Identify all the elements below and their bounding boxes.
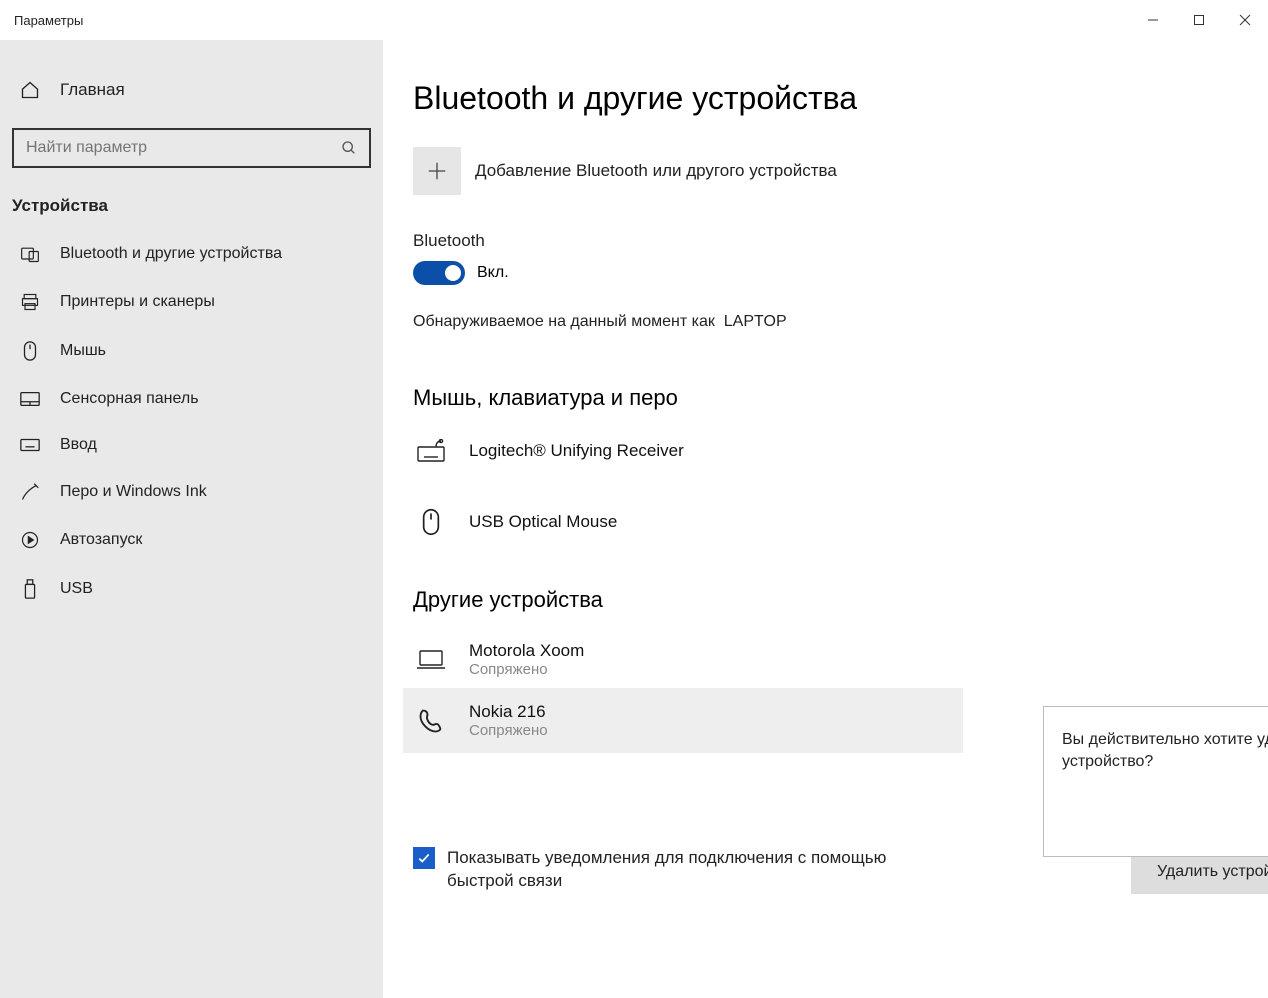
page-title: Bluetooth и другие устройства [413, 80, 1268, 117]
bluetooth-label: Bluetooth [413, 231, 1268, 251]
home-icon [18, 80, 42, 100]
keyboard-device-icon [413, 439, 449, 463]
main-content: Bluetooth и другие устройства Добавление… [383, 40, 1268, 998]
dialog-text: Вы действительно хотите удалить это устр… [1062, 729, 1268, 772]
mouse-device-icon [413, 507, 449, 537]
search-wrap [12, 128, 371, 168]
device-row[interactable]: Logitech® Unifying Receiver [413, 429, 1268, 473]
search-icon [341, 140, 357, 156]
bluetooth-toggle-state: Вкл. [477, 264, 509, 282]
nav-item-autoplay[interactable]: Автозапуск [0, 516, 383, 564]
nav-item-label: Принтеры и сканеры [60, 293, 215, 311]
device-row[interactable]: Motorola Xoom Сопряжено [413, 631, 1268, 688]
titlebar: Параметры [0, 0, 1268, 40]
mouse-icon [18, 340, 42, 362]
device-status: Сопряжено [469, 661, 584, 678]
usb-icon [18, 578, 42, 600]
keyboard-icon [18, 437, 42, 453]
sidebar: Главная Устройства Bluetooth и другие ус… [0, 40, 383, 998]
device-status: Сопряжено [469, 722, 548, 739]
checkbox-checked-icon[interactable] [413, 847, 435, 869]
minimize-button[interactable] [1130, 4, 1176, 36]
pen-icon [18, 482, 42, 502]
autoplay-icon [18, 530, 42, 550]
confirm-dialog: Вы действительно хотите удалить это устр… [1043, 706, 1268, 857]
toggle-knob [445, 265, 461, 281]
sidebar-category: Устройства [0, 186, 383, 230]
device-name: USB Optical Mouse [469, 512, 617, 532]
close-button[interactable] [1222, 4, 1268, 36]
nav-item-touchpad[interactable]: Сенсорная панель [0, 376, 383, 422]
section-input-header: Мышь, клавиатура и перо [413, 385, 1268, 411]
search-input[interactable] [12, 128, 371, 168]
nav-home-label: Главная [60, 80, 125, 100]
nav-item-usb[interactable]: USB [0, 564, 383, 614]
nav-item-label: Bluetooth и другие устройства [60, 245, 282, 263]
nav-item-printers[interactable]: Принтеры и сканеры [0, 278, 383, 326]
add-device-button[interactable] [413, 147, 461, 195]
nav-item-mouse[interactable]: Мышь [0, 326, 383, 376]
laptop-icon [413, 648, 449, 672]
nav-item-label: Сенсорная панель [60, 390, 199, 408]
nav-item-label: Автозапуск [60, 531, 142, 549]
window-title: Параметры [14, 13, 83, 28]
maximize-button[interactable] [1176, 4, 1222, 36]
printer-icon [18, 292, 42, 312]
device-name: Nokia 216 [469, 702, 548, 722]
checkbox-label: Показывать уведомления для подключения с… [447, 847, 927, 893]
nav-item-label: USB [60, 580, 93, 598]
add-device-row[interactable]: Добавление Bluetooth или другого устройс… [413, 147, 1268, 195]
add-device-label: Добавление Bluetooth или другого устройс… [475, 161, 837, 181]
bluetooth-toggle[interactable] [413, 261, 465, 285]
nav-item-label: Мышь [60, 342, 106, 360]
device-name: Logitech® Unifying Receiver [469, 441, 684, 461]
section-other-header: Другие устройства [413, 587, 1268, 613]
nav-item-label: Ввод [60, 436, 97, 454]
phone-icon [413, 707, 449, 735]
touchpad-icon [18, 390, 42, 408]
nav-item-bluetooth[interactable]: Bluetooth и другие устройства [0, 230, 383, 278]
device-row[interactable]: USB Optical Mouse [413, 497, 1268, 547]
nav-item-pen[interactable]: Перо и Windows Ink [0, 468, 383, 516]
nav-item-typing[interactable]: Ввод [0, 422, 383, 468]
discoverable-text: Обнаруживаемое на данный момент как LAPT… [413, 313, 1268, 331]
device-name: Motorola Xoom [469, 641, 584, 661]
nav-item-label: Перо и Windows Ink [60, 483, 207, 501]
nav-home[interactable]: Главная [0, 70, 383, 110]
device-row-selected[interactable]: Nokia 216 Сопряжено [403, 688, 963, 753]
devices-icon [18, 244, 42, 264]
